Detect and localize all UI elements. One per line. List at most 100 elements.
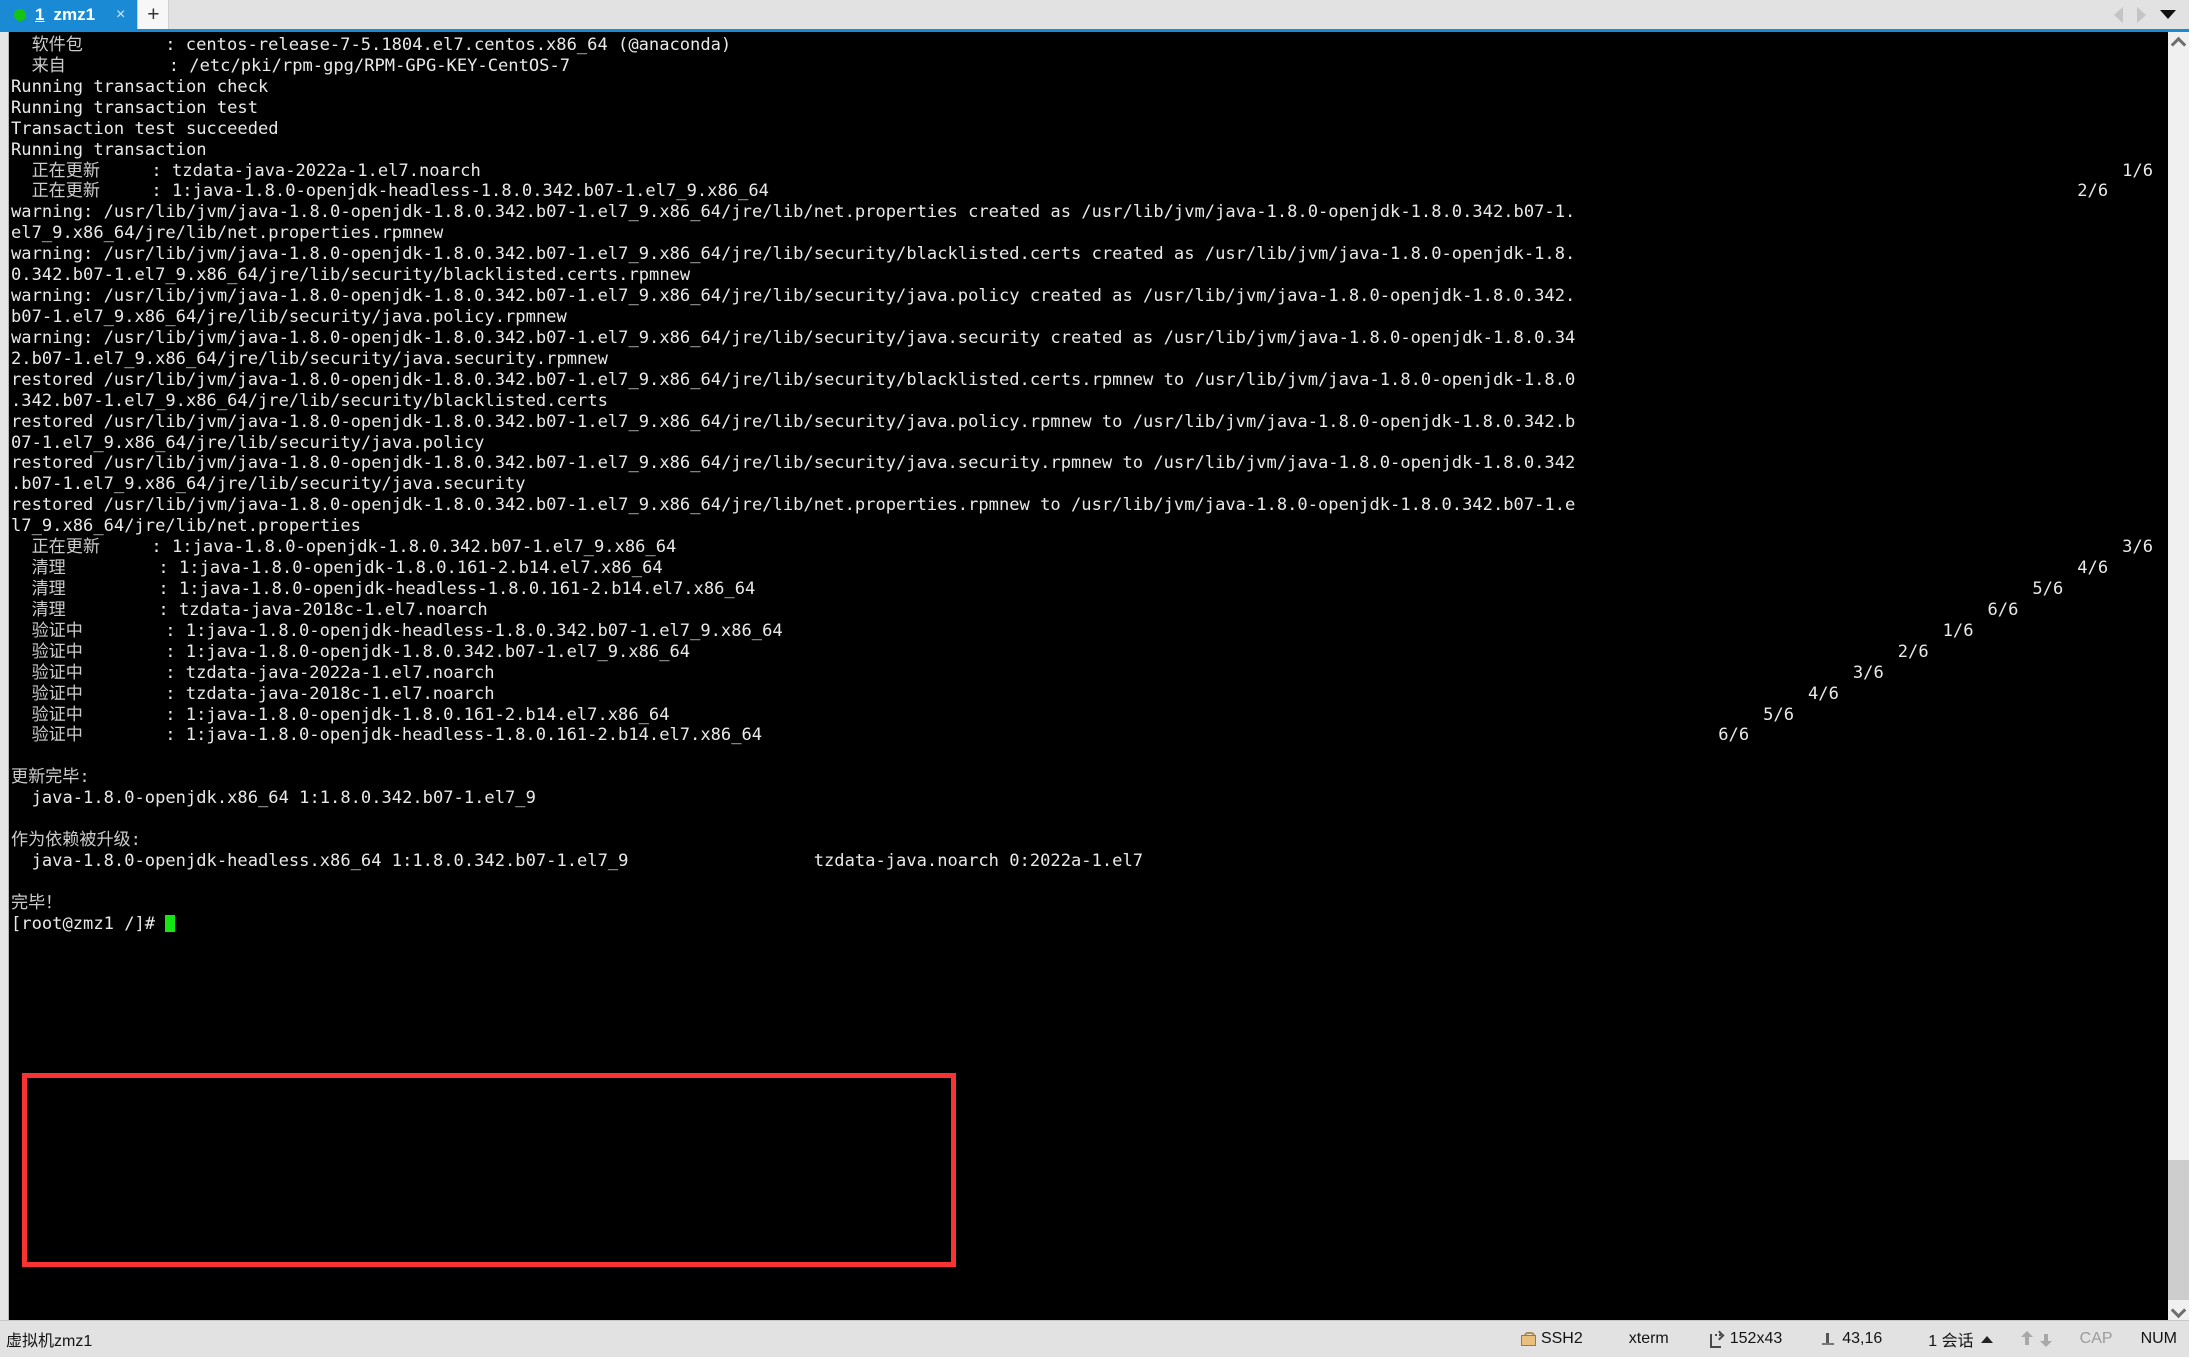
terminal-line: 07-1.el7_9.x86_64/jre/lib/security/java.… xyxy=(11,433,2167,454)
terminal-line: Running transaction xyxy=(11,140,2167,161)
close-icon[interactable]: × xyxy=(116,6,125,23)
terminal-line-text: restored /usr/lib/jvm/java-1.8.0-openjdk… xyxy=(11,369,1576,390)
terminal-line: 4/6 清理 : 1:java-1.8.0-openjdk-1.8.0.161-… xyxy=(11,558,2167,579)
terminal-line: Running transaction check xyxy=(11,77,2167,98)
terminal-line: warning: /usr/lib/jvm/java-1.8.0-openjdk… xyxy=(11,328,2167,349)
left-gutter xyxy=(0,32,9,1320)
status-bar: 虚拟机zmz1 SSH2 xterm 152x43 43,16 1 会话 CAP xyxy=(0,1320,2189,1357)
terminal-line-text: : centos-release-7-5.1804.el7.centos.x86… xyxy=(82,35,732,55)
terminal-line-label: 来自 xyxy=(11,55,66,76)
terminal-line-text: .342.b07-1.el7_9.x86_64/jre/lib/security… xyxy=(11,390,608,411)
terminal-line-label: 清理 xyxy=(11,599,66,620)
terminal-pane[interactable]: 软件包 : centos-release-7-5.1804.el7.centos… xyxy=(9,32,2167,1320)
terminal-line: 6/6 验证中 : 1:java-1.8.0-openjdk-headless-… xyxy=(11,725,2167,746)
tab-bar: 1 zmz1 × + xyxy=(0,0,2189,32)
terminal-line-label: 正在更新 xyxy=(11,537,100,558)
terminal-line-label: 清理 xyxy=(11,558,66,579)
app-window: 1 zmz1 × + 软件包 : centos-release-7-5.1804… xyxy=(0,0,2189,1357)
terminal-line: 6/6 清理 : tzdata-java-2018c-1.el7.noarch xyxy=(11,600,2167,621)
scroll-down-button[interactable] xyxy=(2168,1300,2189,1320)
terminal-line: 软件包 : centos-release-7-5.1804.el7.centos… xyxy=(11,35,2167,56)
terminal-line: 作为依赖被升级: xyxy=(11,830,2167,851)
tab-bar-spacer xyxy=(169,0,2114,29)
vertical-scrollbar[interactable] xyxy=(2167,32,2189,1320)
terminal-line-text: Transaction test succeeded xyxy=(11,118,279,139)
terminal-line: restored /usr/lib/jvm/java-1.8.0-openjdk… xyxy=(11,370,2167,391)
terminal-line-counter: 1/6 xyxy=(2122,160,2153,181)
terminal-line: 2/6 正在更新 : 1:java-1.8.0-openjdk-headless… xyxy=(11,181,2167,202)
terminal-line-text: .b07-1.el7_9.x86_64/jre/lib/security/jav… xyxy=(11,474,526,495)
terminal-line: 更新完毕: xyxy=(11,767,2167,788)
terminal-line-text: : 1:java-1.8.0-openjdk-headless-1.8.0.16… xyxy=(65,578,756,599)
terminal-line-label: 清理 xyxy=(11,578,66,599)
scroll-up-button[interactable] xyxy=(2168,32,2189,52)
terminal-line: restored /usr/lib/jvm/java-1.8.0-openjdk… xyxy=(11,495,2167,516)
terminal-line-label: 验证中 xyxy=(11,683,83,704)
terminal-line: warning: /usr/lib/jvm/java-1.8.0-openjdk… xyxy=(11,244,2167,265)
terminal-line-label: 验证中 xyxy=(11,641,83,662)
terminal-line-text: warning: /usr/lib/jvm/java-1.8.0-openjdk… xyxy=(11,244,1576,265)
terminal-line-label: 验证中 xyxy=(11,662,83,683)
chevron-down-icon xyxy=(2173,1305,2184,1316)
terminal-line-text: [root@zmz1 /]# xyxy=(11,913,166,934)
triangle-left-icon[interactable] xyxy=(2114,6,2123,23)
terminal-line: b07-1.el7_9.x86_64/jre/lib/security/java… xyxy=(11,307,2167,328)
terminal-line: 0.342.b07-1.el7_9.x86_64/jre/lib/securit… xyxy=(11,265,2167,286)
terminal-line-text: : tzdata-java-2018c-1.el7.noarch xyxy=(65,599,488,620)
terminal-line-text: b07-1.el7_9.x86_64/jre/lib/security/java… xyxy=(11,306,567,327)
status-transfer-indicators xyxy=(2020,1331,2052,1347)
terminal-line-text: Running transaction check xyxy=(11,76,269,97)
status-size[interactable]: 152x43 xyxy=(1709,1330,1783,1348)
terminal-line-text: restored /usr/lib/jvm/java-1.8.0-openjdk… xyxy=(11,453,1576,474)
session-name-label: 虚拟机zmz1 xyxy=(6,1333,93,1350)
scrollbar-track[interactable] xyxy=(2168,52,2189,1300)
terminal-line: java-1.8.0-openjdk-headless.x86_64 1:1.8… xyxy=(11,851,2167,872)
lock-icon xyxy=(1520,1332,1536,1346)
terminal-line-text: : 1:java-1.8.0-openjdk-headless-1.8.0.16… xyxy=(82,725,763,746)
terminal-line-text: : 1:java-1.8.0-openjdk-1.8.0.161-2.b14.e… xyxy=(65,558,663,579)
cursor-position-icon xyxy=(1822,1332,1835,1346)
chevron-down-icon[interactable] xyxy=(2160,10,2176,19)
terminal-line: .342.b07-1.el7_9.x86_64/jre/lib/security… xyxy=(11,391,2167,412)
caps-lock-label: CAP xyxy=(2079,1330,2113,1347)
terminal-line-text: restored /usr/lib/jvm/java-1.8.0-openjdk… xyxy=(11,495,1576,516)
terminal-line-label: 作为依赖被升级: xyxy=(11,830,141,851)
terminal-line-text: Running transaction xyxy=(11,139,207,160)
tab-number: 1 xyxy=(35,4,45,24)
terminal-line: .b07-1.el7_9.x86_64/jre/lib/security/jav… xyxy=(11,474,2167,495)
terminal-line-label: 验证中 xyxy=(11,725,83,746)
terminal-line: 来自 : /etc/pki/rpm-gpg/RPM-GPG-KEY-CentOS… xyxy=(11,56,2167,77)
size-label: 152x43 xyxy=(1729,1330,1783,1347)
scrollbar-thumb[interactable] xyxy=(2168,1160,2189,1300)
status-sessions[interactable]: 1 会话 xyxy=(1928,1327,1993,1351)
triangle-right-icon[interactable] xyxy=(2137,6,2146,23)
main-area: 软件包 : centos-release-7-5.1804.el7.centos… xyxy=(0,32,2189,1320)
status-cursor-position[interactable]: 43,16 xyxy=(1822,1330,1882,1348)
terminal-line: Running transaction test xyxy=(11,98,2167,119)
status-protocol[interactable]: SSH2 xyxy=(1520,1330,1583,1348)
terminal-line-counter: 3/6 xyxy=(2122,537,2153,558)
terminal-line: l7_9.x86_64/jre/lib/net.properties xyxy=(11,516,2167,537)
terminal-output[interactable]: 软件包 : centos-release-7-5.1804.el7.centos… xyxy=(9,32,2167,1320)
cursor-position-label: 43,16 xyxy=(1842,1330,1883,1347)
terminal-line: 3/6 正在更新 : 1:java-1.8.0-openjdk-1.8.0.34… xyxy=(11,537,2167,558)
terminal-line-text: warning: /usr/lib/jvm/java-1.8.0-openjdk… xyxy=(11,202,1576,223)
tab-zmz1[interactable]: 1 zmz1 × xyxy=(0,0,138,29)
status-session-name: 虚拟机zmz1 xyxy=(6,1327,92,1351)
arrow-down-icon xyxy=(2039,1331,2052,1347)
terminal-line-counter: 2/6 xyxy=(1897,641,1929,662)
terminal-line-text: l7_9.x86_64/jre/lib/net.properties xyxy=(11,516,361,537)
terminal-line: 3/6 验证中 : tzdata-java-2022a-1.el7.noarch xyxy=(11,663,2167,684)
terminal-line-counter: 4/6 xyxy=(1808,683,1839,704)
terminal-line-label: 完毕！ xyxy=(11,892,63,913)
terminal-line-text: : 1:java-1.8.0-openjdk-1.8.0.342.b07-1.e… xyxy=(82,641,691,662)
terminal-line-text: java-1.8.0-openjdk.x86_64 1:1.8.0.342.b0… xyxy=(11,788,536,809)
caret-up-icon[interactable] xyxy=(1980,1335,1993,1343)
status-emulation[interactable]: xterm xyxy=(1629,1330,1669,1348)
terminal-line-text: warning: /usr/lib/jvm/java-1.8.0-openjdk… xyxy=(11,327,1576,348)
terminal-line-text: 0.342.b07-1.el7_9.x86_64/jre/lib/securit… xyxy=(11,265,691,286)
new-tab-button[interactable]: + xyxy=(137,0,170,29)
arrow-up-icon xyxy=(2020,1331,2033,1347)
